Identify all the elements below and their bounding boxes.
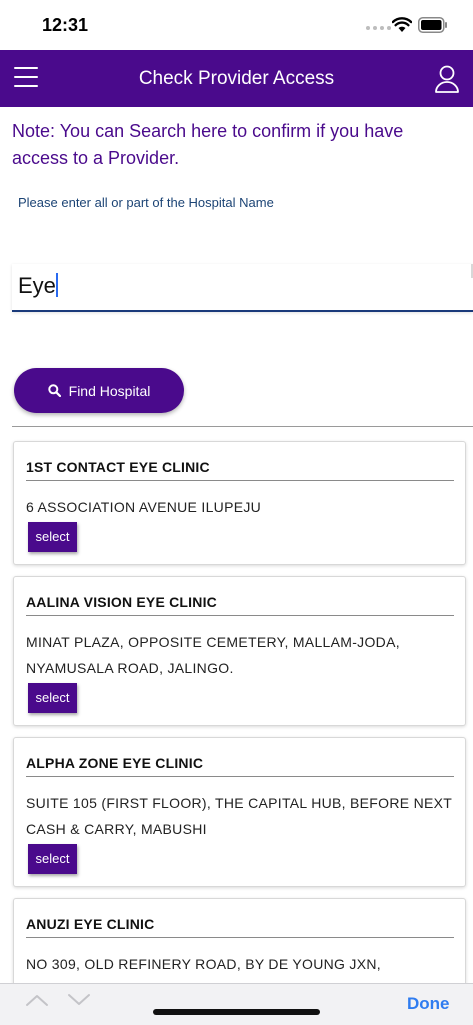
done-button[interactable]: Done	[407, 994, 450, 1014]
hospital-name: ANUZI EYE CLINIC	[26, 916, 155, 932]
select-button[interactable]: select	[28, 683, 77, 713]
chevron-down-icon[interactable]	[67, 992, 91, 1008]
hospital-name: AALINA VISION EYE CLINIC	[26, 594, 217, 610]
chevron-up-icon[interactable]	[25, 992, 49, 1008]
results-list[interactable]: 1ST CONTACT EYE CLINIC 6 ASSOCIATION AVE…	[0, 0, 473, 983]
card-rule	[26, 937, 454, 938]
hospital-address: MINAT PLAZA, OPPOSITE CEMETERY, MALLAM-J…	[26, 634, 400, 676]
card-rule	[26, 776, 454, 777]
home-indicator	[153, 1009, 320, 1015]
result-card: ALPHA ZONE EYE CLINIC SUITE 105 (FIRST F…	[13, 737, 466, 887]
keyboard-accessory-bar: Done	[0, 983, 473, 1025]
result-card: AALINA VISION EYE CLINIC MINAT PLAZA, OP…	[13, 576, 466, 726]
card-rule	[26, 615, 454, 616]
select-button[interactable]: select	[28, 522, 77, 552]
hospital-address: SUITE 105 (FIRST FLOOR), THE CAPITAL HUB…	[26, 795, 452, 837]
hospital-name: 1ST CONTACT EYE CLINIC	[26, 459, 210, 475]
hospital-name: ALPHA ZONE EYE CLINIC	[26, 755, 204, 771]
result-card: ANUZI EYE CLINIC NO 309, OLD REFINERY RO…	[13, 898, 466, 983]
hospital-address: 6 ASSOCIATION AVENUE ILUPEJU	[26, 499, 262, 515]
card-rule	[26, 480, 454, 481]
result-card: 1ST CONTACT EYE CLINIC 6 ASSOCIATION AVE…	[13, 441, 466, 565]
select-button[interactable]: select	[28, 844, 77, 874]
hospital-address: NO 309, OLD REFINERY ROAD, BY DE YOUNG J…	[26, 956, 381, 972]
